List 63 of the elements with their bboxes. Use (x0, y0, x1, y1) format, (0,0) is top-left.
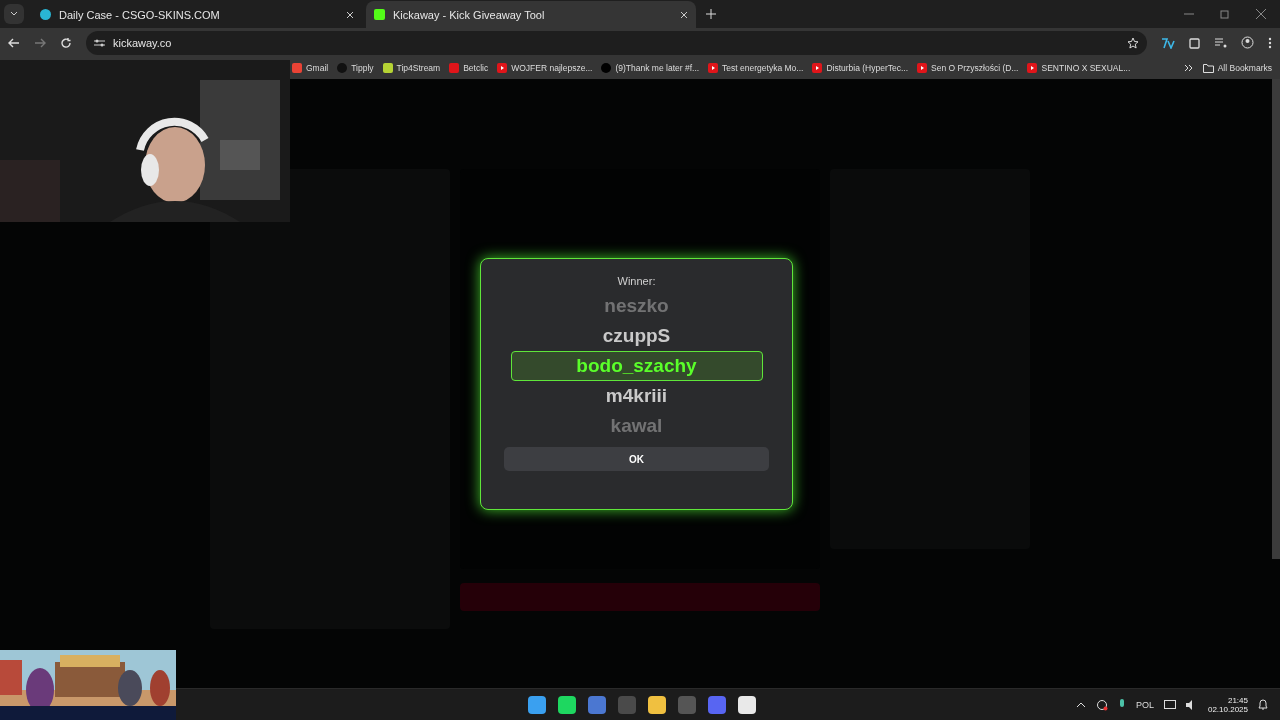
media-icon[interactable] (1215, 36, 1227, 49)
bookmark[interactable]: Tip4Stream (382, 63, 441, 73)
participant-name: m4kriii (604, 384, 669, 409)
bookmark-icon (292, 63, 302, 73)
bookmark[interactable]: Betclic (449, 63, 489, 73)
bookmark[interactable]: Gmail (292, 63, 329, 73)
site-icon (40, 9, 51, 20)
play-icon (1027, 63, 1038, 73)
play-icon (497, 63, 508, 73)
participant-name: kawal (609, 414, 664, 438)
profile-icon[interactable] (1241, 36, 1254, 49)
reload-icon[interactable] (60, 36, 72, 49)
chevron-up-icon[interactable] (1075, 701, 1086, 708)
plus-icon (706, 8, 716, 19)
url-text: kickaway.co (113, 36, 173, 49)
back-icon[interactable] (8, 36, 20, 49)
app-icon[interactable] (528, 695, 546, 714)
browser-tab[interactable]: Kickaway - Kick Giveaway Tool (366, 1, 696, 28)
bookmark[interactable]: (9)Thank me later #f... (601, 63, 700, 73)
bookmark[interactable]: SENTINO X SEXUAL... (1027, 63, 1131, 73)
close-icon[interactable] (1256, 9, 1266, 19)
chevron-icon[interactable] (1183, 64, 1194, 72)
app-icon[interactable] (558, 695, 576, 714)
app-icon[interactable] (648, 695, 666, 714)
bookmark[interactable]: Tipply (337, 63, 374, 73)
restore-icon[interactable] (1220, 9, 1230, 19)
star-icon[interactable] (1127, 36, 1139, 49)
bell-icon[interactable] (1258, 698, 1268, 711)
close-icon[interactable] (346, 10, 354, 19)
ok-button[interactable]: OK (504, 447, 769, 471)
bookmark-icon (382, 63, 393, 73)
all-bookmarks-button[interactable]: All Bookmarks (1202, 63, 1272, 73)
clock[interactable]: 21:45 02.10.2025 (1207, 695, 1248, 714)
participant-name: czuppS (601, 323, 672, 348)
address-bar[interactable]: kickaway.co (86, 30, 1147, 55)
menu-icon[interactable] (1268, 36, 1272, 49)
extension-icon[interactable] (1161, 36, 1175, 49)
caret-icon (10, 11, 18, 17)
play-icon (812, 63, 823, 73)
bookmark[interactable]: Test energetyka Mo... (708, 63, 804, 73)
folder-icon (1202, 63, 1214, 73)
scrollbar[interactable] (1272, 79, 1280, 559)
bookmark[interactable]: Sen O Przyszłości (D... (917, 63, 1019, 73)
play-icon (917, 63, 928, 73)
play-icon (708, 63, 719, 73)
bookmark-icon (601, 63, 612, 73)
browser-tab[interactable]: Daily Case - CSGO-SKINS.COM (32, 1, 362, 28)
site-settings-icon[interactable] (94, 37, 105, 48)
close-icon[interactable] (680, 10, 688, 19)
language-indicator[interactable]: POL (1135, 699, 1154, 710)
bookmark[interactable]: WOJFER najlepsze... (497, 63, 593, 73)
participant-name: bodo_szachy (510, 350, 763, 382)
participant-name: neszko (603, 293, 670, 318)
tab-title: Daily Case - CSGO-SKINS.COM (59, 8, 221, 21)
network-icon[interactable] (1163, 699, 1176, 710)
forward-icon[interactable] (34, 36, 46, 49)
dialog-title: Winner: (617, 275, 656, 287)
tab-title: Kickaway - Kick Giveaway Tool (393, 8, 546, 21)
bookmark-icon (449, 63, 460, 73)
app-icon[interactable] (738, 695, 756, 714)
bookmark-icon (337, 63, 348, 73)
site-icon (374, 9, 385, 20)
bookmark[interactable]: Disturbia (HyperTec... (812, 63, 909, 73)
